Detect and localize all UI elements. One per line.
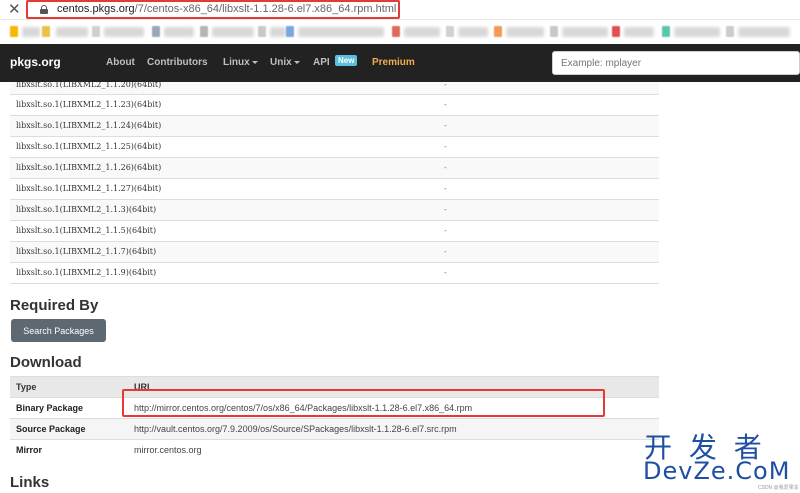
bookmark-item[interactable]: [56, 27, 88, 37]
provides-name: libxslt.so.1(LIBXML2_1.1.24)(64bit): [10, 114, 444, 136]
provides-value: -: [444, 219, 659, 241]
table-row: libxslt.so.1(LIBXML2_1.1.5)(64bit) -: [10, 219, 659, 241]
required-by-heading: Required By: [10, 297, 99, 314]
table-row: libxslt.so.1(LIBXML2_1.1.20)(64bit) -: [10, 82, 659, 94]
bookmark-icon[interactable]: [446, 26, 454, 37]
bookmark-item[interactable]: [22, 27, 40, 37]
provides-value: -: [444, 261, 659, 284]
bookmark-item[interactable]: [674, 27, 720, 37]
provides-name: libxslt.so.1(LIBXML2_1.1.5)(64bit): [10, 219, 444, 241]
bookmark-icon[interactable]: [392, 26, 400, 37]
bookmarks-bar: [0, 20, 800, 44]
links-heading: Links: [10, 474, 50, 491]
bookmark-icon[interactable]: [200, 26, 208, 37]
bookmark-icon[interactable]: [286, 26, 294, 37]
watermark-logo: 开 发 者 DevZe.CoM CSDN @我爱果冻: [640, 426, 800, 493]
nav-linux-label: Linux: [223, 57, 250, 68]
watermark-line2: DevZe.CoM: [643, 457, 791, 485]
table-row: libxslt.so.1(LIBXML2_1.1.9)(64bit) -: [10, 261, 659, 284]
bookmark-icon[interactable]: [92, 26, 100, 37]
bookmark-icon[interactable]: [662, 26, 670, 37]
provides-name: libxslt.so.1(LIBXML2_1.1.3)(64bit): [10, 198, 444, 220]
search-packages-button[interactable]: Search Packages: [11, 319, 106, 342]
table-row: Mirror mirror.centos.org: [10, 439, 659, 461]
bookmark-icon[interactable]: [726, 26, 734, 37]
download-url-link[interactable]: mirror.centos.org: [128, 439, 659, 461]
column-header-type: Type: [10, 376, 128, 398]
provides-name: libxslt.so.1(LIBXML2_1.1.27)(64bit): [10, 177, 444, 199]
provides-name: libxslt.so.1(LIBXML2_1.1.7)(64bit): [10, 240, 444, 262]
bookmark-item[interactable]: [104, 27, 144, 37]
nav-unix-dropdown[interactable]: Unix: [270, 57, 300, 68]
download-type: Binary Package: [10, 397, 128, 419]
close-icon[interactable]: ✕: [8, 1, 21, 19]
browser-url-bar[interactable]: ✕ centos.pkgs.org/7/centos-x86_64/libxsl…: [0, 0, 800, 20]
bookmark-folder-icon[interactable]: [42, 26, 50, 37]
provides-name: libxslt.so.1(LIBXML2_1.1.25)(64bit): [10, 135, 444, 157]
provides-value: -: [444, 82, 659, 94]
url-highlight-box: [26, 0, 400, 19]
provides-value: -: [444, 240, 659, 262]
table-row: libxslt.so.1(LIBXML2_1.1.3)(64bit) -: [10, 198, 659, 220]
table-row: libxslt.so.1(LIBXML2_1.1.25)(64bit) -: [10, 135, 659, 157]
download-type: Mirror: [10, 439, 128, 461]
provides-name: libxslt.so.1(LIBXML2_1.1.20)(64bit): [10, 82, 444, 94]
download-url-link[interactable]: http://vault.centos.org/7.9.2009/os/Sour…: [128, 418, 659, 440]
download-heading: Download: [10, 354, 82, 371]
new-badge: New: [335, 55, 358, 66]
bookmark-icon[interactable]: [550, 26, 558, 37]
bookmark-item[interactable]: [562, 27, 608, 37]
bookmark-item[interactable]: [298, 27, 384, 37]
table-row: libxslt.so.1(LIBXML2_1.1.23)(64bit) -: [10, 93, 659, 115]
bookmark-item[interactable]: [404, 27, 440, 37]
provides-table: libxslt.so.1(LIBXML2_1.1.20)(64bit) - libx…: [10, 82, 659, 284]
bookmark-icon[interactable]: [612, 26, 620, 37]
bookmark-icon[interactable]: [258, 26, 266, 37]
nav-api[interactable]: API: [313, 57, 330, 68]
nav-premium[interactable]: Premium: [372, 57, 415, 68]
bookmark-item[interactable]: [212, 27, 254, 37]
provides-value: -: [444, 135, 659, 157]
site-logo[interactable]: pkgs.org: [10, 55, 61, 69]
nav-linux-dropdown[interactable]: Linux: [223, 57, 258, 68]
caret-down-icon: [251, 60, 258, 64]
provides-value: -: [444, 114, 659, 136]
download-type: Source Package: [10, 418, 128, 440]
provides-value: -: [444, 198, 659, 220]
bookmark-folder-icon[interactable]: [10, 26, 18, 37]
table-row: libxslt.so.1(LIBXML2_1.1.24)(64bit) -: [10, 114, 659, 136]
table-row: libxslt.so.1(LIBXML2_1.1.26)(64bit) -: [10, 156, 659, 178]
provides-value: -: [444, 156, 659, 178]
table-row: libxslt.so.1(LIBXML2_1.1.27)(64bit) -: [10, 177, 659, 199]
watermark-credit: CSDN @我爱果冻: [758, 485, 799, 491]
bookmark-item[interactable]: [164, 27, 194, 37]
provides-name: libxslt.so.1(LIBXML2_1.1.9)(64bit): [10, 261, 444, 284]
bookmark-item[interactable]: [624, 27, 654, 37]
table-row: libxslt.so.1(LIBXML2_1.1.7)(64bit) -: [10, 240, 659, 262]
provides-name: libxslt.so.1(LIBXML2_1.1.26)(64bit): [10, 156, 444, 178]
search-input[interactable]: [552, 51, 800, 75]
provides-value: -: [444, 177, 659, 199]
provides-value: -: [444, 93, 659, 115]
bookmark-item[interactable]: [458, 27, 488, 37]
nav-about[interactable]: About: [106, 57, 135, 68]
nav-contributors[interactable]: Contributors: [147, 57, 208, 68]
provides-name: libxslt.so.1(LIBXML2_1.1.23)(64bit): [10, 93, 444, 115]
bookmark-item[interactable]: [270, 27, 286, 37]
table-row: Source Package http://vault.centos.org/7.…: [10, 418, 659, 440]
bookmark-icon[interactable]: [494, 26, 502, 37]
bookmark-item[interactable]: [506, 27, 544, 37]
bookmark-icon[interactable]: [152, 26, 160, 37]
caret-down-icon: [293, 60, 300, 64]
bookmark-item[interactable]: [738, 27, 790, 37]
nav-unix-label: Unix: [270, 57, 292, 68]
binary-url-highlight-box: [122, 389, 605, 417]
